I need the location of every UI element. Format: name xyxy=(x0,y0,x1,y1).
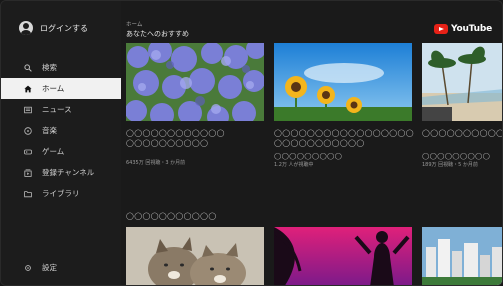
video-subtitle: ◯◯◯◯◯◯◯◯◯ xyxy=(274,152,343,160)
video-title: ◯◯◯◯◯◯◯◯◯◯◯◯◯◯◯◯◯◯◯◯◯◯◯◯◯◯◯◯ xyxy=(274,129,414,147)
sidebar-item-settings[interactable]: 設定 xyxy=(1,257,121,278)
video-thumbnail-sunflower[interactable] xyxy=(274,43,412,121)
sidebar-item-label: 検索 xyxy=(42,63,57,72)
youtube-logo: YouTube xyxy=(434,24,492,34)
video-card[interactable]: ◯◯◯◯◯◯◯◯◯◯◯◯◯◯◯◯◯◯◯◯◯◯◯◯◯◯◯◯ ◯◯◯◯◯◯◯◯◯ 1… xyxy=(274,43,414,173)
subscriptions-icon xyxy=(23,168,32,177)
breadcrumb: ホーム xyxy=(126,22,143,28)
sidebar-item-label: ホーム xyxy=(42,84,65,93)
video-card[interactable]: ◯◯◯◯◯◯◯◯◯◯ ◯◯◯◯◯◯◯◯◯ 189万 回視聴・5 か月前 xyxy=(422,43,503,173)
sidebar-item-news[interactable]: ニュース xyxy=(1,99,121,120)
music-icon xyxy=(23,126,32,135)
sidebar-item-music[interactable]: 音楽 xyxy=(1,120,121,141)
login-button[interactable]: ログインする xyxy=(19,21,88,35)
gear-icon xyxy=(23,263,32,272)
video-thumbnail-beach[interactable] xyxy=(422,43,502,121)
video-title: ◯◯◯◯◯◯◯◯◯◯ xyxy=(422,129,503,137)
sidebar-item-label: 登録チャンネル xyxy=(42,168,95,177)
video-thumbnail-city[interactable] xyxy=(422,227,502,285)
video-title: ◯◯◯◯◯◯◯◯◯◯◯◯◯◯◯◯◯◯◯◯◯◯ xyxy=(126,129,225,147)
account-icon xyxy=(19,21,33,35)
shelf-title: ◯◯◯◯◯◯◯◯◯◯◯ xyxy=(126,212,217,220)
login-label: ログインする xyxy=(40,23,88,33)
sidebar-item-home[interactable]: ホーム xyxy=(1,78,121,99)
sidebar-item-game[interactable]: ゲーム xyxy=(1,141,121,162)
sidebar-item-subscriptions[interactable]: 登録チャンネル xyxy=(1,162,121,183)
video-subtitle: ◯◯◯◯◯◯◯◯◯ xyxy=(422,152,491,160)
youtube-play-icon xyxy=(434,24,448,34)
sidebar-item-label: ライブラリ xyxy=(42,189,80,198)
video-thumbnail-hydrangea[interactable] xyxy=(126,43,264,121)
sidebar-item-label: ゲーム xyxy=(42,147,65,156)
search-icon xyxy=(23,63,32,72)
sidebar-item-label: ニュース xyxy=(42,105,72,114)
video-meta: 6435万 回視聴・3 か月前 xyxy=(126,160,186,166)
video-meta: 189万 回視聴・5 か月前 xyxy=(422,162,478,168)
sidebar-item-label: 音楽 xyxy=(42,126,57,135)
sidebar-item-library[interactable]: ライブラリ xyxy=(1,183,121,204)
sidebar-nav: 検索 ホーム ニュース 音楽 ゲーム 登録チャンネル ライブラリ xyxy=(1,57,121,204)
video-thumbnail-cats[interactable] xyxy=(126,227,264,285)
sidebar-item-search[interactable]: 検索 xyxy=(1,57,121,78)
video-thumbnail-sunset[interactable] xyxy=(274,227,412,285)
sidebar: ログインする 検索 ホーム ニュース 音楽 ゲーム 登録チャンネル ライブラリ … xyxy=(1,1,121,285)
home-icon xyxy=(23,84,32,93)
library-icon xyxy=(23,189,32,198)
main-content: ホーム あなたへのおすすめ YouTube ◯◯◯◯◯◯◯◯◯◯◯◯◯◯◯◯◯◯… xyxy=(121,1,503,285)
video-meta: 1.2万 人が視聴中 xyxy=(274,162,314,168)
game-icon xyxy=(23,147,32,156)
news-icon xyxy=(23,105,32,114)
video-card[interactable]: ◯◯◯◯◯◯◯◯◯◯◯◯◯◯◯◯◯◯◯◯◯◯ 6435万 回視聴・3 か月前 xyxy=(126,43,264,173)
sidebar-item-label: 設定 xyxy=(42,263,57,272)
tv-app-window: ログインする 検索 ホーム ニュース 音楽 ゲーム 登録チャンネル ライブラリ … xyxy=(0,0,503,286)
section-title: あなたへのおすすめ xyxy=(126,30,189,38)
brand-name: YouTube xyxy=(451,24,492,34)
